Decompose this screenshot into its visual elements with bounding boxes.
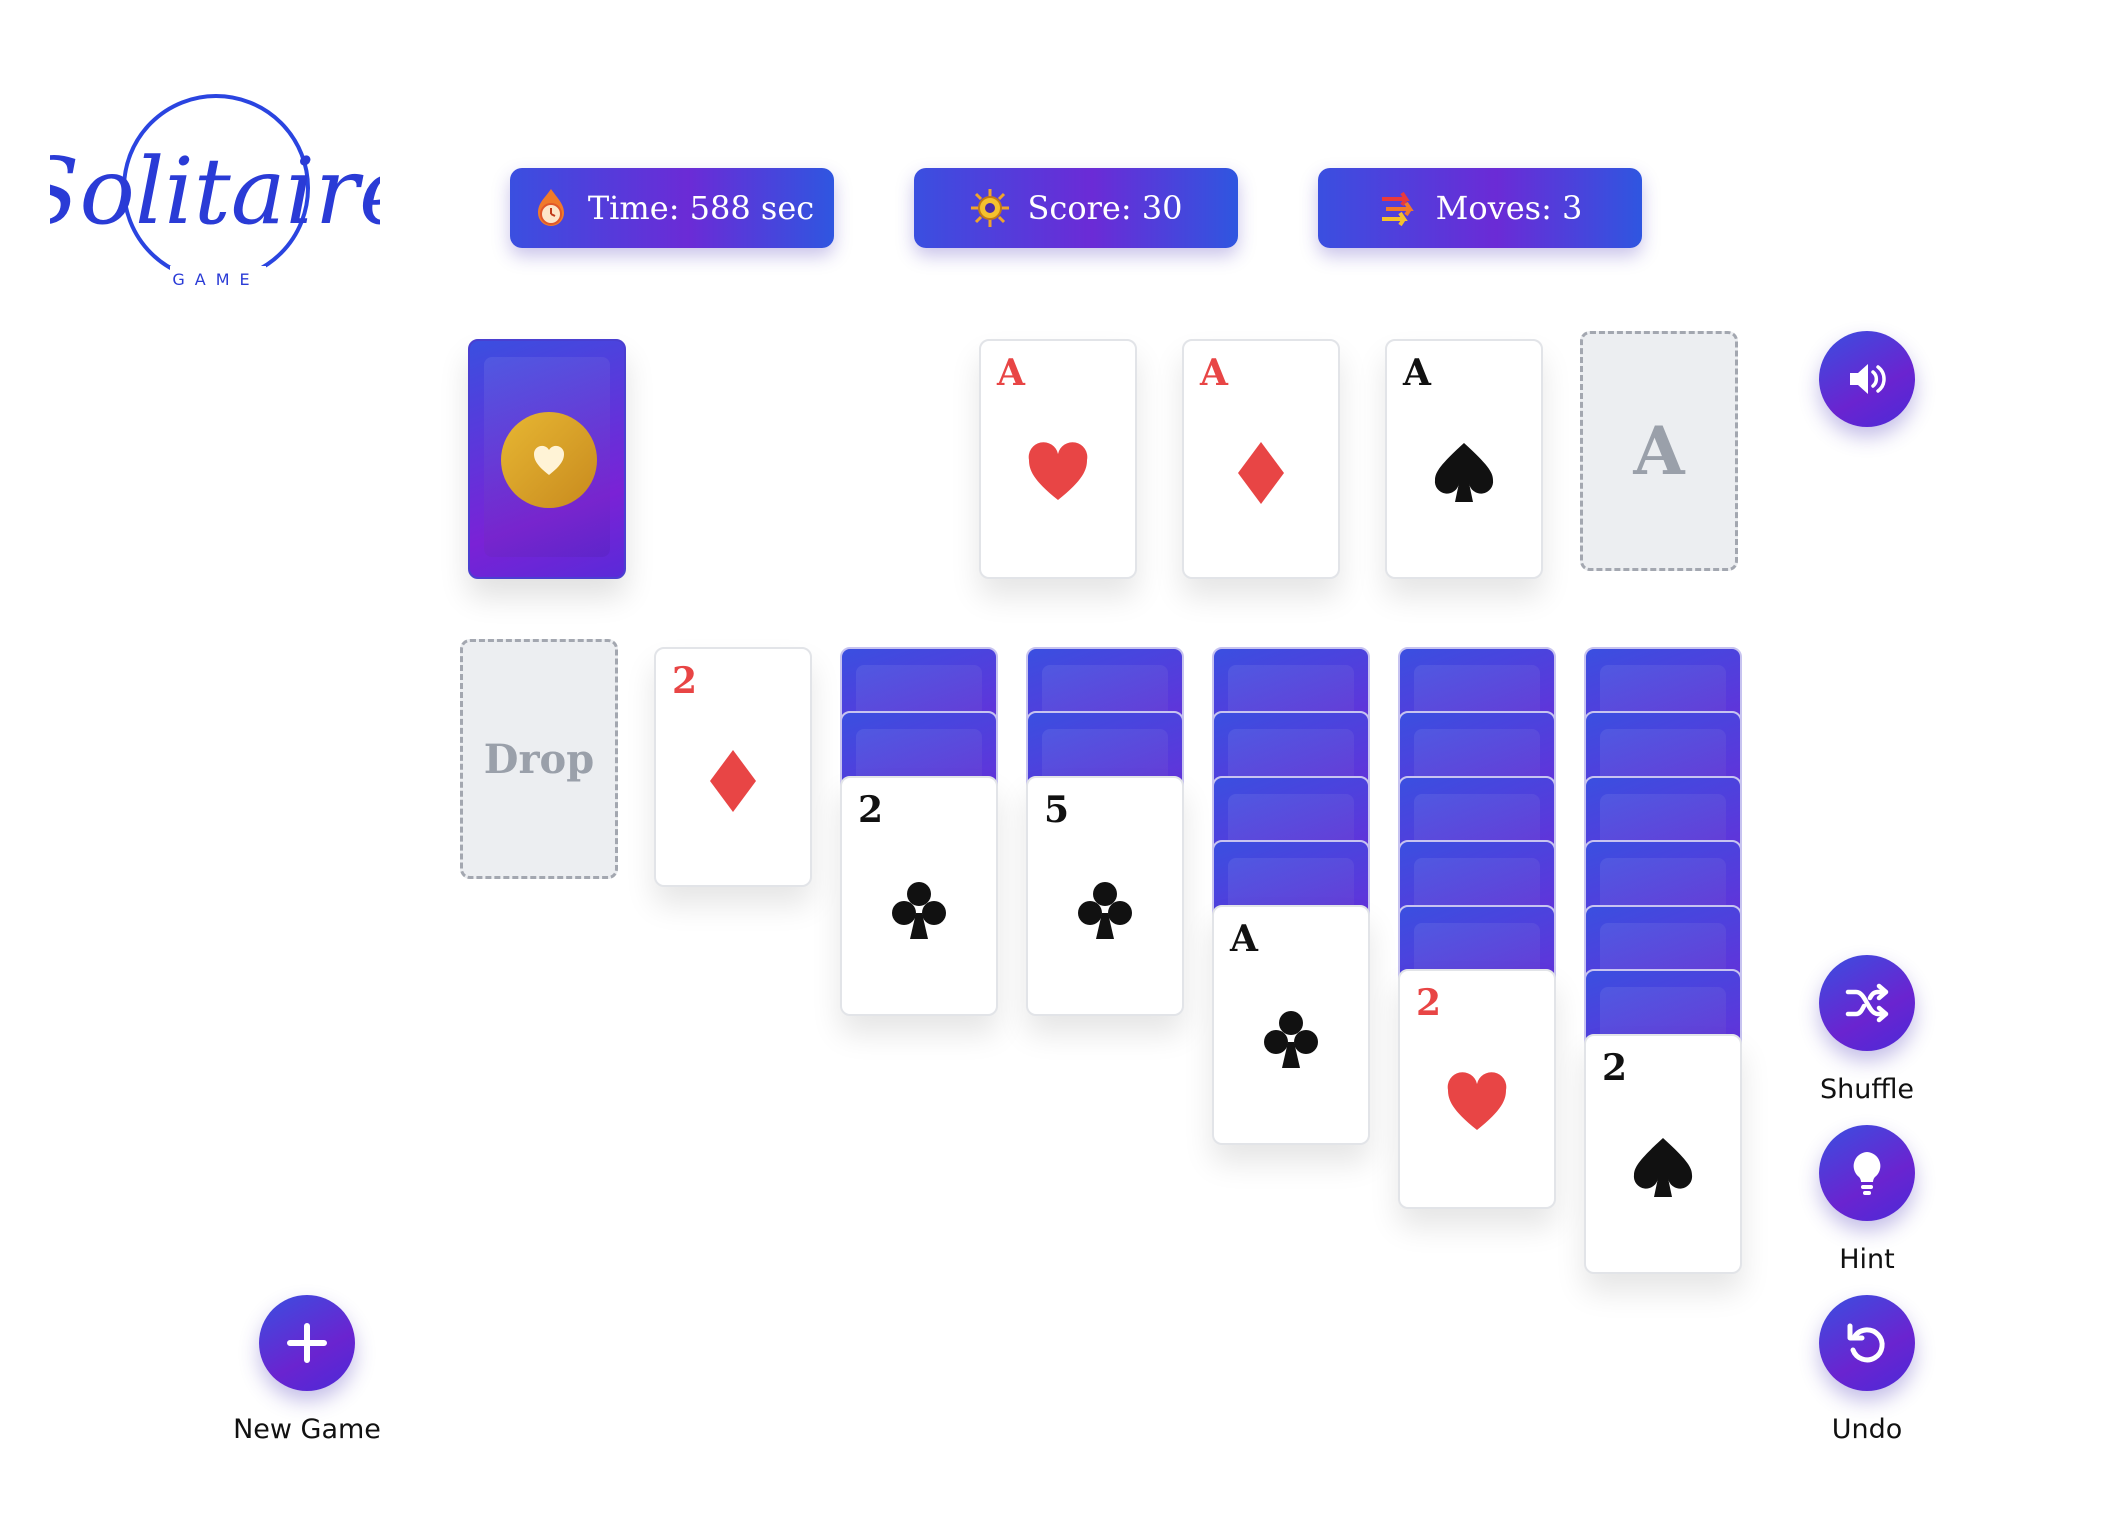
moves-display: Moves: 3 — [1318, 168, 1642, 248]
speaker-icon — [1850, 364, 1886, 394]
card-rank: 2 — [1602, 1047, 1628, 1089]
tableau-card[interactable]: 2 — [654, 647, 812, 887]
lightbulb-icon — [1853, 1152, 1881, 1195]
card-rank: A — [1403, 352, 1431, 394]
arrows-icon — [1381, 191, 1414, 227]
svg-text:Solitaire: Solitaire — [50, 138, 380, 245]
undo-icon — [1847, 1323, 1885, 1363]
undo-label: Undo — [1831, 1414, 1903, 1445]
foundation-spades[interactable]: A — [1385, 339, 1543, 579]
shuffle-button[interactable] — [1819, 955, 1915, 1051]
card-rank: 2 — [858, 789, 884, 831]
shuffle-label: Shuffle — [1819, 1074, 1915, 1105]
drop-label: Drop — [483, 735, 595, 783]
card-rank: A — [997, 352, 1025, 394]
score-text: Score: 30 — [1027, 189, 1183, 227]
shuffle-icon — [1845, 983, 1889, 1023]
hint-label: Hint — [1839, 1244, 1895, 1275]
hint-button[interactable] — [1819, 1125, 1915, 1221]
diamond-suit-icon — [710, 750, 756, 812]
tableau-card[interactable]: 2 — [1398, 969, 1556, 1209]
heart-suit-icon — [1447, 1072, 1507, 1130]
club-suit-icon — [1078, 882, 1132, 939]
solitaire-logo: Solitaire GAME — [50, 94, 380, 290]
heart-coin-icon — [501, 412, 597, 508]
time-display: Time: 588 sec — [510, 168, 834, 248]
diamond-suit-icon — [1238, 442, 1284, 504]
foundation-diamonds[interactable]: A — [1182, 339, 1340, 579]
tableau-card[interactable]: 5 — [1026, 776, 1184, 1016]
foundation-empty-slot[interactable]: A — [1580, 331, 1738, 571]
card-rank: 2 — [672, 660, 698, 702]
sun-badge-icon — [971, 189, 1010, 227]
card-rank: 5 — [1044, 789, 1070, 831]
tableau-card[interactable]: 2 — [840, 776, 998, 1016]
sound-button[interactable] — [1819, 331, 1915, 427]
card-rank: A — [1200, 352, 1228, 394]
stopwatch-flame-icon — [537, 189, 564, 226]
score-display: Score: 30 — [914, 168, 1238, 248]
spade-suit-icon — [1633, 1138, 1693, 1197]
tableau-card[interactable]: 2 — [1584, 1034, 1742, 1274]
club-suit-icon — [1264, 1011, 1318, 1068]
card-rank: A — [1230, 918, 1258, 960]
stock-pile[interactable] — [468, 339, 626, 579]
moves-text: Moves: 3 — [1435, 189, 1583, 227]
foundation-hearts[interactable]: A — [979, 339, 1137, 579]
plus-icon — [287, 1323, 327, 1363]
spade-suit-icon — [1434, 443, 1494, 502]
heart-suit-icon — [1028, 442, 1088, 500]
card-rank: 2 — [1416, 982, 1442, 1024]
tableau-card[interactable]: A — [1212, 905, 1370, 1145]
waste-drop-zone[interactable]: Drop — [460, 639, 618, 879]
club-suit-icon — [892, 882, 946, 939]
new-game-button[interactable] — [259, 1295, 355, 1391]
foundation-empty-label: A — [1633, 412, 1685, 490]
svg-text:GAME: GAME — [172, 270, 259, 289]
new-game-label: New Game — [233, 1414, 381, 1445]
undo-button[interactable] — [1819, 1295, 1915, 1391]
time-text: Time: 588 sec — [587, 189, 815, 227]
